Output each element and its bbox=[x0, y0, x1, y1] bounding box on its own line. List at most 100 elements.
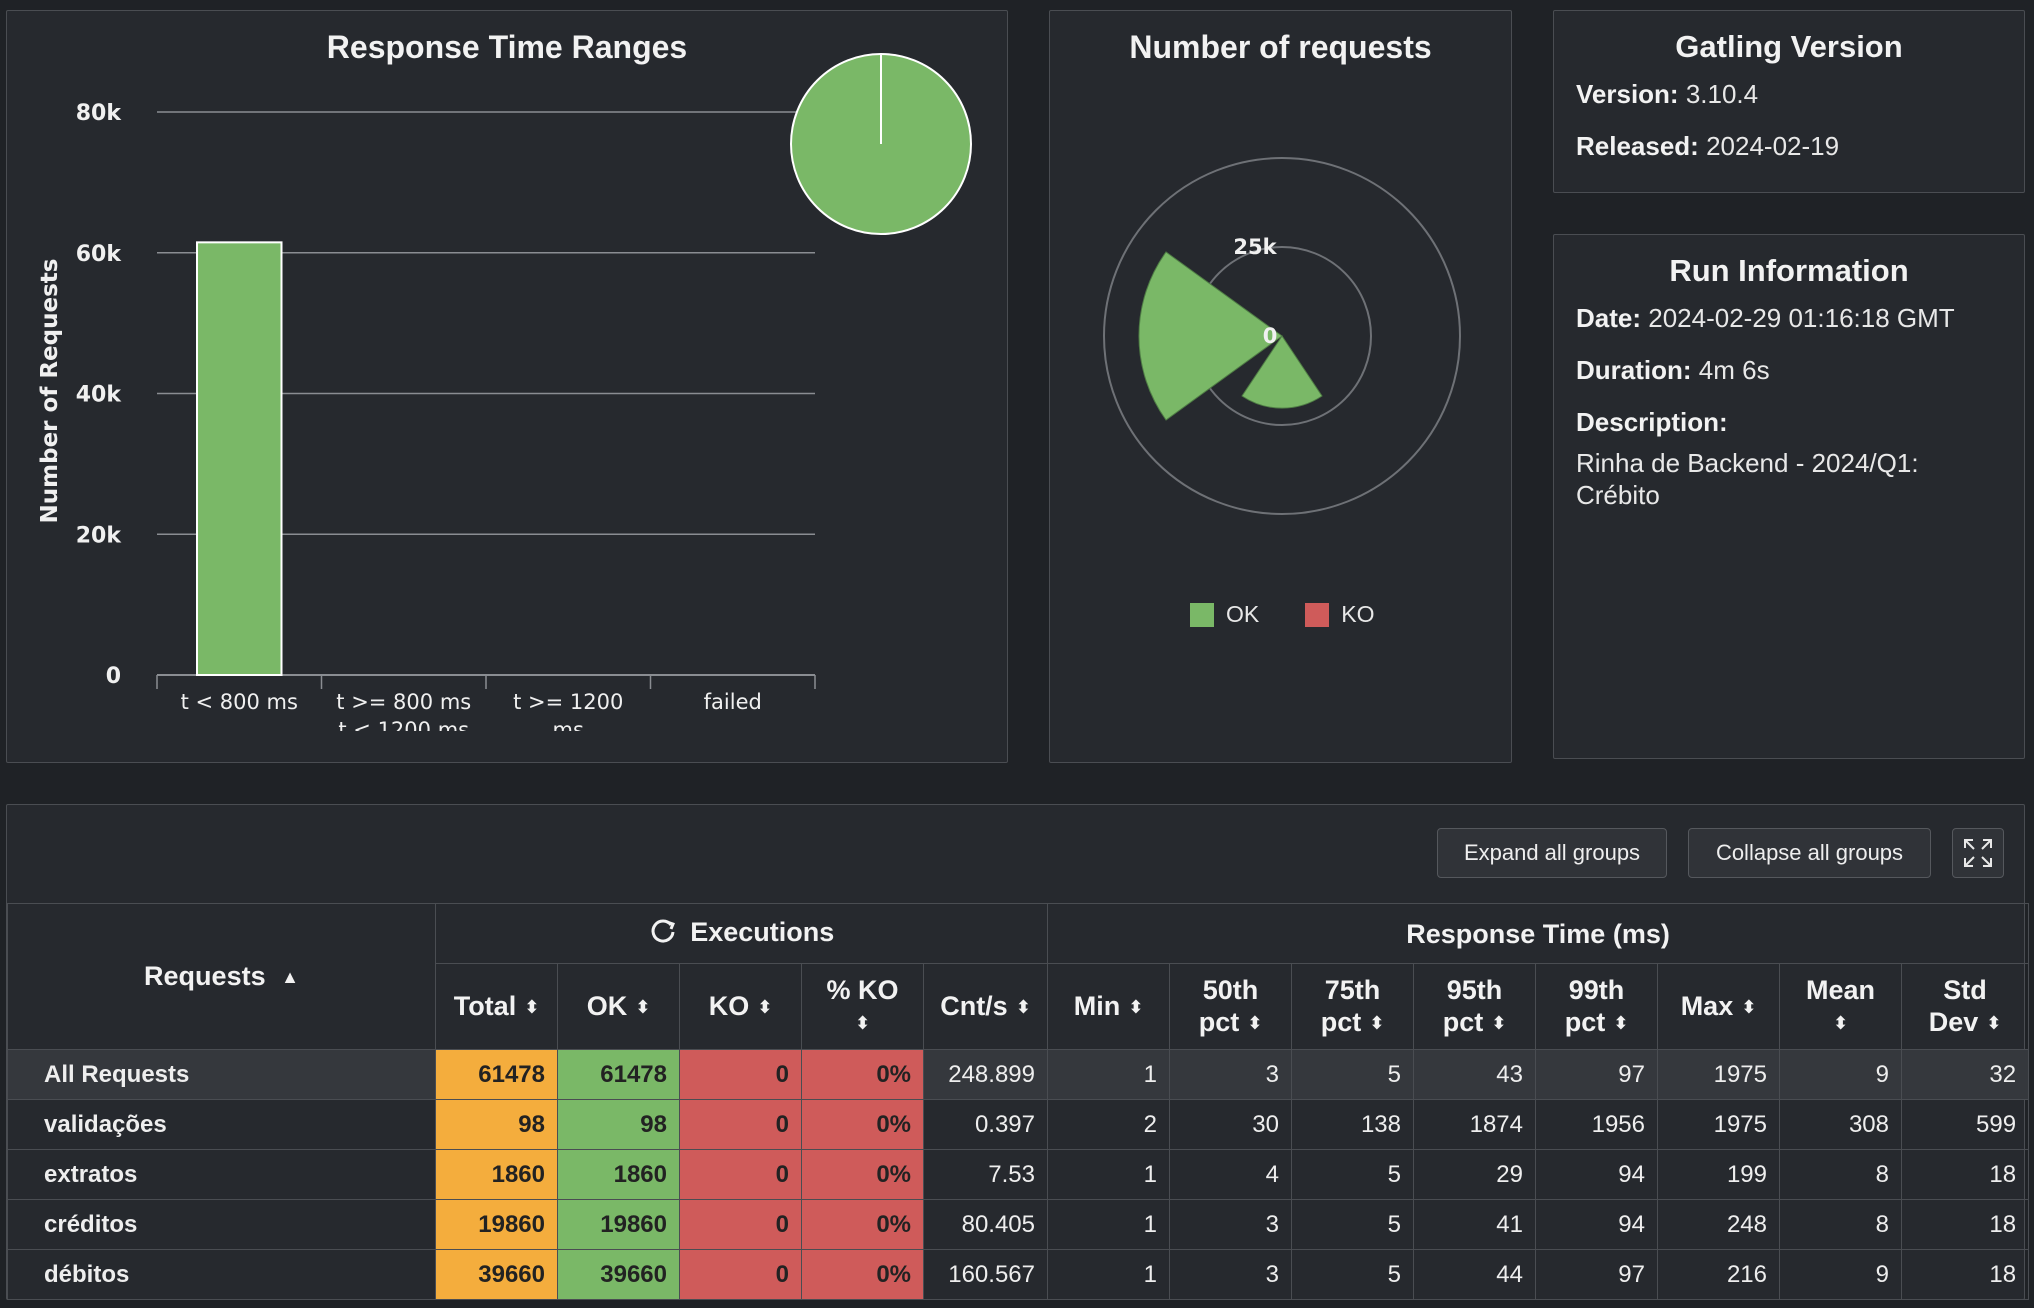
column-p50[interactable]: 50th pct ⬍ bbox=[1169, 963, 1292, 1050]
duration-label: Duration: bbox=[1576, 355, 1692, 385]
column-p75[interactable]: 75th pct ⬍ bbox=[1291, 963, 1414, 1050]
column-p99[interactable]: 99th pct ⬍ bbox=[1535, 963, 1658, 1050]
description-value: Rinha de Backend - 2024/Q1: Crébito bbox=[1576, 447, 2024, 511]
collapse-all-groups-button[interactable]: Collapse all groups bbox=[1688, 828, 1931, 878]
column-std-label-a: Std bbox=[1943, 974, 1987, 1005]
requests-legend: OK KO bbox=[1190, 601, 1374, 628]
cell-pctko: 0% bbox=[801, 1249, 924, 1300]
cell-total: 98 bbox=[435, 1099, 558, 1150]
cell-p50: 30 bbox=[1169, 1099, 1292, 1150]
cell-name[interactable]: débitos bbox=[7, 1249, 436, 1300]
cell-p75: 5 bbox=[1291, 1049, 1414, 1100]
bar-0[interactable] bbox=[196, 241, 283, 676]
cell-ok: 98 bbox=[557, 1099, 680, 1150]
cell-p95: 43 bbox=[1413, 1049, 1536, 1100]
column-p99-label-b: pct bbox=[1564, 1006, 1606, 1037]
description-line-1: Rinha de Backend - 2024/Q1: bbox=[1576, 448, 1919, 478]
run-information-title: Run Information bbox=[1669, 253, 1909, 288]
released-row: Released: 2024-02-19 bbox=[1576, 129, 2024, 163]
column-cnt-s[interactable]: Cnt/s ⬍ bbox=[923, 963, 1048, 1050]
cell-ko: 0 bbox=[679, 1099, 802, 1150]
cell-name[interactable]: All Requests bbox=[7, 1049, 436, 1100]
cell-min: 1 bbox=[1047, 1049, 1170, 1100]
cell-p75: 5 bbox=[1291, 1249, 1414, 1300]
x-category-label: t < 800 ms bbox=[181, 690, 298, 714]
tick-label-25k: 25k bbox=[1233, 235, 1277, 259]
cell-mean: 9 bbox=[1779, 1049, 1902, 1100]
column-total[interactable]: Total ⬍ bbox=[435, 963, 558, 1050]
column-std-label-b: Dev bbox=[1928, 1006, 1979, 1037]
sort-icon: ⬍ bbox=[854, 1013, 871, 1034]
statistics-table: Requests ▲ Executions Response Time (ms)… bbox=[7, 903, 2030, 1300]
column-mean[interactable]: Mean ⬍ bbox=[1779, 963, 1902, 1050]
cell-std: 18 bbox=[1900, 1199, 2030, 1250]
table-row[interactable]: validações 98 98 0 0% 0.397 2 30 138 1874 1956 1975… bbox=[7, 1099, 2030, 1150]
executions-group-header: Executions bbox=[435, 903, 1048, 964]
column-p95[interactable]: 95th pct ⬍ bbox=[1413, 963, 1536, 1050]
number-of-requests-panel: Number of requests 25k 0 OK KO bbox=[1049, 10, 1512, 763]
column-pct-ko[interactable]: % KO ⬍ bbox=[801, 963, 924, 1050]
x-category-label: failed bbox=[704, 690, 762, 714]
cell-pctko: 0% bbox=[801, 1199, 924, 1250]
sort-icon: ⬍ bbox=[1986, 1013, 2002, 1034]
cell-name[interactable]: validações bbox=[7, 1099, 436, 1150]
cell-cnts: 160.567 bbox=[923, 1249, 1048, 1300]
column-max[interactable]: Max ⬍ bbox=[1657, 963, 1780, 1050]
cell-ok: 61478 bbox=[557, 1049, 680, 1100]
sort-ascending-icon: ▲ bbox=[281, 967, 299, 988]
cell-max: 248 bbox=[1657, 1199, 1780, 1250]
response-time-group-header: Response Time (ms) bbox=[1046, 903, 2030, 964]
column-max-label: Max bbox=[1680, 990, 1734, 1021]
table-row-all-requests[interactable]: All Requests 61478 61478 0 0% 248.899 1 3 5 43 97 1… bbox=[7, 1049, 2030, 1100]
cell-ok: 19860 bbox=[557, 1199, 680, 1250]
table-row[interactable]: débitos 39660 39660 0 0% 160.567 1 3 5 44 97 216 9 18 bbox=[7, 1249, 2030, 1300]
cell-min: 1 bbox=[1047, 1149, 1170, 1200]
x-category-label: t >= 1200 ms bbox=[513, 690, 623, 731]
duration-row: Duration: 4m 6s bbox=[1576, 353, 2024, 387]
column-pct-ko-label: % KO bbox=[826, 974, 899, 1005]
column-mean-label: Mean bbox=[1805, 974, 1876, 1005]
x-category-label: t >= 800 ms t < 1200 ms bbox=[336, 690, 471, 731]
legend-ok-label[interactable]: OK bbox=[1226, 601, 1259, 628]
statistics-panel: Expand all groups Collapse all groups Re… bbox=[6, 804, 2030, 1300]
fullscreen-button[interactable] bbox=[1952, 828, 2004, 878]
cell-ko: 0 bbox=[679, 1049, 802, 1100]
cell-p99: 97 bbox=[1535, 1049, 1658, 1100]
cell-p75: 5 bbox=[1291, 1199, 1414, 1250]
cell-p99: 94 bbox=[1535, 1199, 1658, 1250]
legend-ko-label[interactable]: KO bbox=[1341, 601, 1374, 628]
sort-icon: ⬍ bbox=[1613, 1013, 1629, 1034]
cell-p95: 41 bbox=[1413, 1199, 1536, 1250]
y-tick-label: 80k bbox=[76, 101, 123, 126]
cell-cnts: 80.405 bbox=[923, 1199, 1048, 1250]
column-ko[interactable]: KO ⬍ bbox=[679, 963, 802, 1050]
cell-ko: 0 bbox=[679, 1249, 802, 1300]
expand-all-groups-button[interactable]: Expand all groups bbox=[1437, 828, 1667, 878]
column-p95-label-a: 95th bbox=[1446, 974, 1503, 1005]
sort-icon: ⬍ bbox=[1369, 1013, 1385, 1034]
cell-cnts: 248.899 bbox=[923, 1049, 1048, 1100]
column-ok[interactable]: OK ⬍ bbox=[557, 963, 680, 1050]
refresh-icon bbox=[649, 916, 677, 951]
cell-p99: 1956 bbox=[1535, 1099, 1658, 1150]
column-ko-label: KO bbox=[708, 990, 750, 1021]
cell-max: 199 bbox=[1657, 1149, 1780, 1200]
requests-column-header[interactable]: Requests ▲ bbox=[7, 903, 436, 1050]
run-information-panel: Run Information Date: 2024-02-29 01:16:1… bbox=[1553, 234, 2025, 759]
tick-label-0: 0 bbox=[1263, 324, 1278, 348]
cell-min: 2 bbox=[1047, 1099, 1170, 1150]
sort-icon: ⬍ bbox=[1128, 997, 1144, 1018]
cell-pctko: 0% bbox=[801, 1099, 924, 1150]
cell-max: 1975 bbox=[1657, 1099, 1780, 1150]
cell-p50: 3 bbox=[1169, 1249, 1292, 1300]
table-row[interactable]: créditos 19860 19860 0 0% 80.405 1 3 5 41 94 248 8 18 bbox=[7, 1199, 2030, 1250]
column-std-dev[interactable]: Std Dev ⬍ bbox=[1900, 963, 2030, 1050]
table-row[interactable]: extratos 1860 1860 0 0% 7.53 1 4 5 29 94 199 8 18 bbox=[7, 1149, 2030, 1200]
expand-icon bbox=[1964, 839, 1992, 867]
y-tick-label: 0 bbox=[106, 664, 121, 689]
cell-cnts: 0.397 bbox=[923, 1099, 1048, 1150]
cell-name[interactable]: créditos bbox=[7, 1199, 436, 1250]
version-label: Version: bbox=[1576, 79, 1679, 109]
cell-name[interactable]: extratos bbox=[7, 1149, 436, 1200]
column-min[interactable]: Min ⬍ bbox=[1047, 963, 1170, 1050]
